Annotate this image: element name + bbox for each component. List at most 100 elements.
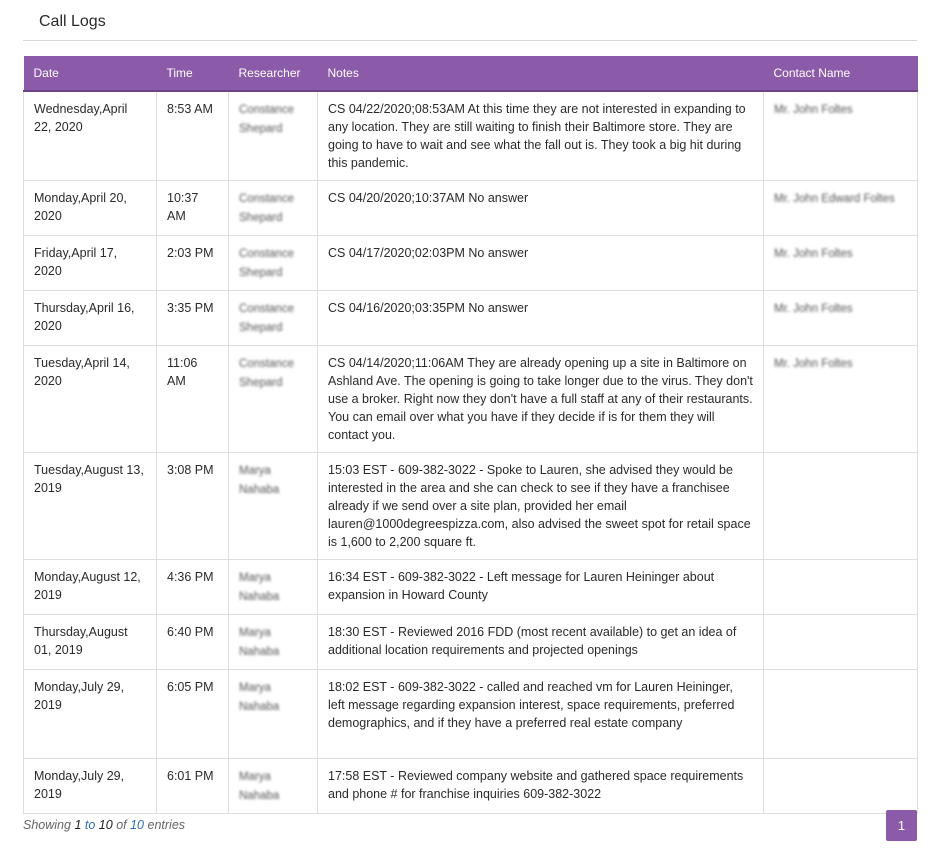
cell-time-text: 2:03 PM [167,246,214,260]
page-title: Call Logs [39,13,106,30]
column-header-date[interactable]: Date [23,56,157,92]
cell-date: Monday,August 12, 2019 [23,559,157,615]
cell-researcher-text: Constance Shepard [239,358,294,389]
cell-researcher: Constance Shepard [228,290,318,346]
cell-date: Tuesday,August 13, 2019 [23,452,157,560]
call-logs-table: Date Time Researcher Notes Contact Name … [23,56,918,814]
cell-researcher-text: Constance Shepard [239,248,294,279]
table-row: Thursday,April 16, 2020 3:35 PM Constance … [23,290,918,346]
cell-date: Monday,July 29, 2019 [23,669,157,759]
cell-time: 8:53 AM [156,90,229,181]
table-row: Monday,July 29, 2019 6:05 PM Marya Nahaba 1… [23,669,918,759]
cell-contact-name: Mr. John Foltes [763,235,918,291]
cell-date-text: Thursday,August 01, 2019 [34,625,128,657]
column-header-contact-name[interactable]: Contact Name [763,56,918,92]
cell-time: 6:40 PM [156,614,229,670]
cell-notes-text: 16:34 EST - 609-382-3022 - Left message … [328,570,715,602]
cell-contact-name-text: Mr. John Foltes [774,303,853,315]
cell-researcher-text: Marya Nahaba [239,627,280,658]
cell-date-text: Thursday,April 16, 2020 [34,301,135,333]
cell-time-text: 3:08 PM [167,463,214,477]
cell-notes-text: CS 04/17/2020;02:03PM No answer [328,246,529,260]
cell-date-text: Monday,April 20, 2020 [34,191,127,223]
cell-contact-name [763,559,918,615]
cell-researcher: Marya Nahaba [228,758,318,814]
cell-notes: 17:58 EST - Reviewed company website and… [317,758,764,814]
cell-date: Tuesday,April 14, 2020 [23,345,157,453]
cell-contact-name-text: Mr. John Foltes [774,358,853,370]
cell-researcher: Marya Nahaba [228,559,318,615]
column-header-researcher[interactable]: Researcher [228,56,318,92]
cell-contact-name [763,452,918,560]
cell-notes: CS 04/17/2020;02:03PM No answer [317,235,764,291]
cell-notes: 16:34 EST - 609-382-3022 - Left message … [317,559,764,615]
cell-notes: 18:30 EST - Reviewed 2016 FDD (most rece… [317,614,764,670]
cell-time: 3:35 PM [156,290,229,346]
cell-date-text: Tuesday,April 14, 2020 [34,356,130,388]
cell-researcher-text: Constance Shepard [239,104,294,135]
cell-notes-text: CS 04/16/2020;03:35PM No answer [328,301,529,315]
table-info: Showing 1 to 10 of 10 entries [23,818,185,832]
table-row: Monday,April 20, 2020 10:37 AM Constance S… [23,180,918,236]
cell-contact-name-text: Mr. John Foltes [774,104,853,116]
cell-contact-name [763,669,918,759]
cell-contact-name-text: Mr. John Foltes [774,248,853,260]
cell-contact-name: Mr. John Edward Foltes [763,180,918,236]
cell-researcher-text: Marya Nahaba [239,465,280,496]
cell-date: Monday,April 20, 2020 [23,180,157,236]
cell-time: 6:05 PM [156,669,229,759]
table-row: Monday,August 12, 2019 4:36 PM Marya Nahab… [23,559,918,615]
cell-notes-text: 18:30 EST - Reviewed 2016 FDD (most rece… [328,625,737,657]
table-row: Monday,July 29, 2019 6:01 PM Marya Nahaba 1… [23,758,918,814]
cell-researcher: Constance Shepard [228,235,318,291]
cell-time: 4:36 PM [156,559,229,615]
info-entries-label: entries [147,818,186,832]
cell-researcher: Marya Nahaba [228,452,318,560]
cell-date: Friday,April 17, 2020 [23,235,157,291]
cell-contact-name: Mr. John Foltes [763,290,918,346]
cell-notes-text: CS 04/22/2020;08:53AM At this time they … [328,102,746,170]
cell-notes-text: 17:58 EST - Reviewed company website and… [328,769,744,801]
cell-date-text: Monday,August 12, 2019 [34,570,141,602]
cell-notes: CS 04/14/2020;11:06AM They are already o… [317,345,764,453]
cell-contact-name-text: Mr. John Edward Foltes [774,193,895,205]
cell-contact-name: Mr. John Foltes [763,90,918,181]
column-header-time[interactable]: Time [156,56,229,92]
table-row: Wednesday,April 22, 2020 8:53 AM Constance… [23,90,918,181]
cell-notes: 18:02 EST - 609-382-3022 - called and re… [317,669,764,759]
cell-notes: CS 04/16/2020;03:35PM No answer [317,290,764,346]
cell-researcher-text: Constance Shepard [239,303,294,334]
cell-time-text: 8:53 AM [167,102,213,116]
info-total: 10 [130,818,145,832]
info-to-label: to [84,818,96,832]
cell-researcher: Constance Shepard [228,90,318,181]
cell-contact-name [763,758,918,814]
cell-date-text: Tuesday,August 13, 2019 [34,463,144,495]
cell-date-text: Friday,April 17, 2020 [34,246,118,278]
info-to: 10 [98,818,113,832]
cell-contact-name: Mr. John Foltes [763,345,918,453]
cell-researcher: Marya Nahaba [228,669,318,759]
cell-notes: CS 04/22/2020;08:53AM At this time they … [317,90,764,181]
cell-researcher-text: Marya Nahaba [239,682,280,713]
table-row: Tuesday,April 14, 2020 11:06 AM Constance … [23,345,918,453]
cell-contact-name [763,614,918,670]
cell-researcher-text: Marya Nahaba [239,572,280,603]
info-of-label: of [116,818,127,832]
cell-date: Thursday,April 16, 2020 [23,290,157,346]
cell-time-text: 10:37 AM [167,191,199,223]
cell-time: 10:37 AM [156,180,229,236]
cell-date-text: Monday,July 29, 2019 [34,680,125,712]
cell-date-text: Wednesday,April 22, 2020 [34,102,128,134]
cell-time: 11:06 AM [156,345,229,453]
cell-time-text: 11:06 AM [167,356,198,388]
column-header-notes[interactable]: Notes [317,56,764,92]
pagination-page-button[interactable]: 1 [886,810,917,841]
cell-date: Thursday,August 01, 2019 [23,614,157,670]
cell-date: Wednesday,April 22, 2020 [23,90,157,181]
cell-notes-text: CS 04/14/2020;11:06AM They are already o… [328,356,753,442]
table-header-row: Date Time Researcher Notes Contact Name [23,56,918,92]
cell-date-text: Monday,July 29, 2019 [34,769,125,801]
cell-notes: 15:03 EST - 609-382-3022 - Spoke to Laur… [317,452,764,560]
cell-notes: CS 04/20/2020;10:37AM No answer [317,180,764,236]
